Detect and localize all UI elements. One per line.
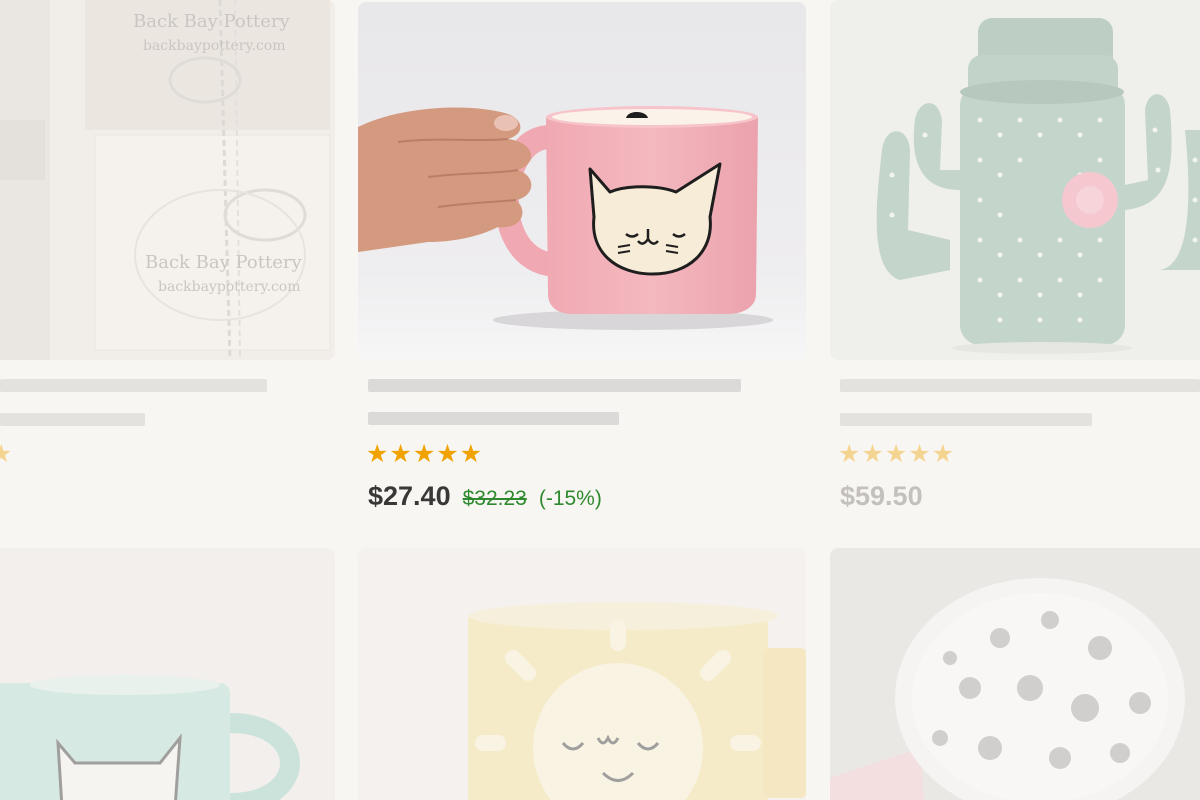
cactus-mug-illustration — [830, 0, 1200, 360]
gift-box-illustration: Back Bay Pottery backbaypottery.com Back… — [0, 0, 335, 360]
listing-image-mint-cat-mug[interactable] — [0, 548, 335, 800]
brand-name-text: Back Bay Pottery — [133, 11, 290, 32]
listing-image-pink-cat-mug[interactable] — [358, 2, 806, 359]
brand-name-text-2: Back Bay Pottery — [145, 252, 302, 273]
title-placeholder-line-1 — [0, 379, 267, 392]
brand-url-text: backbaypottery.com — [143, 38, 286, 54]
price-row: $59.50 — [840, 481, 923, 512]
discount-badge: (-15%) — [538, 487, 602, 510]
rating-stars: ★★★★★ — [366, 441, 483, 466]
original-price: $32.23 — [462, 487, 527, 510]
listing-image-polka-dot-mug[interactable] — [830, 548, 1200, 800]
mint-cat-mug-illustration — [0, 548, 335, 800]
rating-stars: ★★★★★ — [838, 441, 955, 466]
title-placeholder-line-2 — [368, 412, 619, 425]
star-icon: ★★★★★ — [366, 439, 484, 468]
price: $59.50 — [840, 481, 923, 511]
title-placeholder-line-2 — [840, 413, 1092, 426]
title-placeholder-line-2 — [0, 413, 145, 426]
listing-image-gift-box[interactable]: Back Bay Pottery backbaypottery.com Back… — [0, 0, 335, 360]
rating-stars: ★ — [0, 441, 13, 466]
price-row: $27.40 $32.23 (-15%) — [368, 481, 602, 512]
listing-image-cactus-mugs[interactable] — [830, 0, 1200, 360]
title-placeholder-line-1 — [840, 379, 1200, 392]
listing-image-sun-mug[interactable] — [358, 548, 806, 800]
brand-url-text-2: backbaypottery.com — [158, 279, 301, 295]
title-placeholder-line-1 — [368, 379, 741, 392]
pink-cat-mug-illustration — [358, 2, 806, 359]
sale-price: $27.40 — [368, 481, 451, 511]
listing-grid: Back Bay Pottery backbaypottery.com Back… — [0, 0, 1200, 800]
sun-mug-illustration — [358, 548, 806, 800]
polka-dot-mug-illustration — [830, 548, 1200, 800]
star-icon: ★ — [0, 439, 14, 468]
star-icon: ★★★★★ — [838, 439, 956, 468]
